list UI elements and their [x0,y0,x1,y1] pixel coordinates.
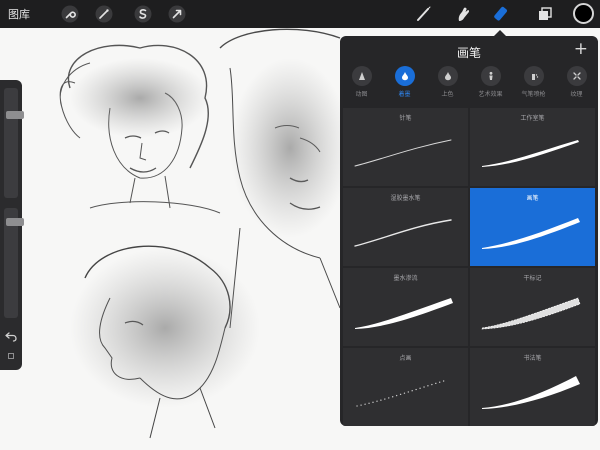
modify-button[interactable] [3,348,19,364]
brush-library-panel: 画笔 + 动图 着墨 上色 艺术效果 气笔喷枪 纹理 针笔 工作室笔 湿胶墨水笔… [340,36,598,426]
eraser-tool-button[interactable] [491,4,511,24]
category-textures[interactable]: 纹理 [555,64,598,98]
category-label: 着墨 [398,91,411,98]
selection-button[interactable] [133,4,153,24]
smudge-icon [458,7,470,21]
brush-name: 点画 [399,355,412,362]
wrench-icon [61,5,79,23]
adjustments-wand-icon [95,5,113,23]
texture-icon [572,72,581,80]
brush-tile-studio-pen[interactable]: 工作室笔 [470,108,595,186]
eraser-icon [494,6,507,21]
brush-tile-gel-ink-pen[interactable]: 湿胶墨水笔 [343,188,468,266]
undo-button[interactable] [3,328,19,344]
opacity-knob[interactable] [6,218,24,227]
category-label: 动图 [355,91,368,98]
brush-stroke-preview [354,219,452,247]
brush-name: 湿胶墨水笔 [390,195,421,202]
category-airbrush[interactable]: 气笔喷枪 [512,64,555,98]
opacity-slider[interactable] [4,208,24,318]
adjustments-button[interactable] [94,4,114,24]
brush-name: 墨水渗流 [393,275,418,282]
category-label: 气笔喷枪 [521,91,546,98]
add-brush-button[interactable]: + [574,39,588,59]
ink-drop-icon [401,72,408,81]
category-label: 纹理 [570,91,583,98]
brush-name: 工作室笔 [520,115,545,122]
brush-stroke-preview [356,379,448,407]
category-inking[interactable]: 着墨 [383,64,426,98]
brush-name: 书法笔 [523,355,542,362]
category-label: 艺术效果 [478,91,503,98]
color-picker-button[interactable] [573,3,594,24]
paint-drop-icon [444,72,451,81]
layers-icon [539,7,552,20]
brush-stroke-preview [482,376,580,409]
art-figure-icon [488,71,493,80]
brush-tile-dry-ink[interactable]: 干标记 [470,268,595,346]
actions-button[interactable] [60,4,80,24]
category-label: 上色 [441,91,454,98]
brush-tile-stippling[interactable]: 点画 [343,348,468,426]
category-artistic[interactable]: 艺术效果 [469,64,512,98]
brush-tile-ink-bleed[interactable]: 墨水渗流 [343,268,468,346]
brush-tile-brush-pen[interactable]: 画笔 [470,188,595,266]
transform-button[interactable] [167,4,187,24]
selection-s-icon [134,5,152,23]
brush-size-slider[interactable] [4,88,24,198]
brush-name: 干标记 [523,275,542,282]
left-sidebar [0,80,24,370]
brush-name: 针笔 [399,115,412,122]
undo-icon [5,332,17,342]
brush-tool-button[interactable] [414,4,434,24]
sketch-cone-icon [358,72,365,80]
panel-title: 画笔 [456,46,481,60]
transform-arrow-icon [168,5,186,23]
square-icon [8,353,14,359]
category-painting[interactable]: 上色 [426,64,469,98]
brush-stroke-preview [355,298,453,329]
layers-button[interactable] [535,4,555,24]
brush-tile-calligraphy[interactable]: 书法笔 [470,348,595,426]
brush-stroke-preview [482,140,579,167]
brush-stroke-preview [354,139,452,167]
brush-name: 画笔 [526,195,539,202]
category-sketching[interactable]: 动图 [340,64,383,98]
brush-stroke-preview [481,297,581,330]
smudge-tool-button[interactable] [453,4,473,24]
brush-tile-technical-pen[interactable]: 针笔 [343,108,468,186]
brush-stroke-preview [482,218,580,249]
brush-grid: 针笔 工作室笔 湿胶墨水笔 画笔 墨水渗流 干标记 点画 书法笔 [343,108,595,426]
brush-size-knob[interactable] [6,111,24,120]
brush-icon [417,6,431,21]
top-toolbar: 图库 [0,0,600,28]
gallery-button[interactable]: 图库 [8,6,30,22]
airbrush-icon [531,74,538,80]
